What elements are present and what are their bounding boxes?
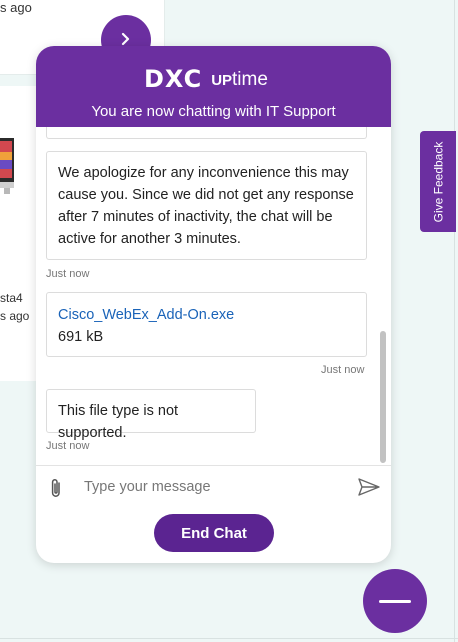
file-message-bubble: Cisco_WebEx_Add-On.exe 691 kB bbox=[46, 292, 367, 357]
message-timestamp: Just now bbox=[321, 364, 365, 376]
end-chat-button[interactable]: End Chat bbox=[154, 514, 274, 552]
system-message-bubble: This file type is not supported. bbox=[46, 389, 256, 441]
message-timestamp: Just now bbox=[46, 268, 90, 280]
chat-status-text: You are now chatting with IT Support bbox=[91, 103, 336, 120]
chat-widget: DXC UP time You are now chatting with IT… bbox=[36, 46, 391, 563]
background-card-time: s ago bbox=[0, 0, 32, 15]
message-composer bbox=[36, 465, 391, 507]
divider bbox=[0, 638, 458, 639]
message-text: We apologize for any inconvenience this … bbox=[58, 165, 354, 247]
message-list[interactable]: We apologize for any inconvenience this … bbox=[36, 127, 391, 465]
message-timestamp: Just now bbox=[46, 440, 90, 452]
uptime-logo-up: UP bbox=[211, 72, 233, 89]
file-download-link[interactable]: Cisco_WebEx_Add-On.exe bbox=[58, 304, 355, 326]
product-thumbnail bbox=[0, 138, 14, 194]
divider bbox=[454, 0, 455, 642]
paperclip-icon[interactable] bbox=[49, 477, 63, 499]
message-text: This file type is not supported. bbox=[58, 403, 179, 441]
brand-logo: DXC UP time bbox=[144, 65, 268, 93]
uptime-logo-time: time bbox=[232, 68, 268, 90]
give-feedback-label: Give Feedback bbox=[431, 141, 445, 222]
background-item-label: sta4 bbox=[0, 291, 23, 305]
minimize-icon bbox=[379, 599, 411, 603]
background-card bbox=[0, 86, 40, 381]
file-size: 691 kB bbox=[58, 329, 104, 345]
message-scrollbar[interactable] bbox=[380, 331, 386, 463]
chat-header: DXC UP time You are now chatting with IT… bbox=[36, 46, 391, 127]
message-input[interactable] bbox=[84, 474, 344, 500]
chat-minimize-button[interactable] bbox=[363, 569, 427, 633]
agent-message-bubble: We apologize for any inconvenience this … bbox=[46, 151, 367, 260]
chevron-right-icon bbox=[121, 32, 130, 46]
dxc-logo-text: DXC bbox=[144, 65, 203, 93]
previous-message-bubble bbox=[46, 127, 367, 139]
give-feedback-tab[interactable]: Give Feedback bbox=[420, 131, 456, 232]
send-icon[interactable] bbox=[358, 478, 380, 496]
background-item-time: s ago bbox=[0, 309, 30, 323]
